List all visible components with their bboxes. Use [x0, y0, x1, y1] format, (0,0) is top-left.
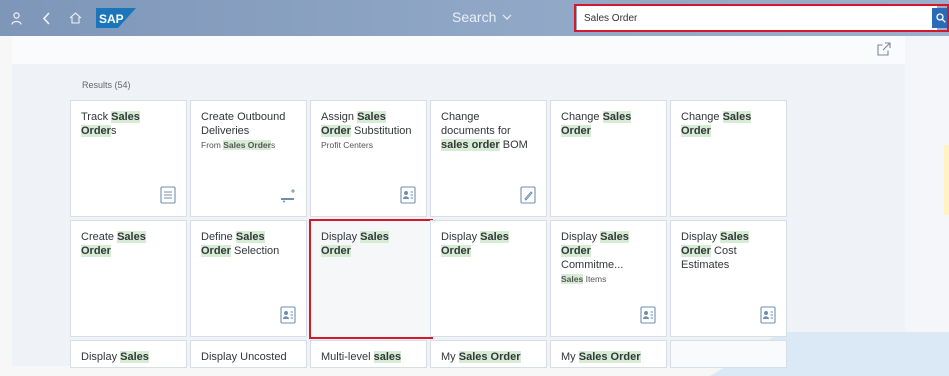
- tile-title: My Sales Order: [561, 350, 656, 364]
- tile-title: Change Sales Order: [681, 110, 776, 138]
- search-label: Search: [452, 9, 497, 25]
- app-tile[interactable]: My Sales Order: [550, 340, 667, 368]
- tile-title-text: Display: [561, 231, 601, 243]
- app-tile[interactable]: Change documents for sales order BOM: [430, 100, 547, 217]
- tile-subtitle-text: From: [201, 140, 224, 150]
- person-doc-icon: [280, 306, 296, 324]
- person-doc-icon: [400, 186, 416, 204]
- tile-title-text: Change: [561, 111, 603, 123]
- home-icon[interactable]: [66, 0, 84, 36]
- search-match: Sales Order: [578, 351, 641, 363]
- tile-subtitle: Sales Items: [561, 274, 656, 285]
- app-tile[interactable]: Display Sales Order Commitme... Sales Ite…: [550, 220, 667, 337]
- app-tile[interactable]: Create Sales Order: [70, 220, 187, 337]
- app-tile-selected[interactable]: Display Sales Order: [309, 219, 433, 339]
- tile-title-text: Change documents for: [441, 111, 511, 137]
- tile-title: Display Sales Order Cost Estimates: [681, 230, 776, 272]
- tile-title: Display Sales Order Commitme...: [561, 230, 656, 272]
- tile-title: Multi-level sales: [321, 350, 416, 364]
- tile-title: Create Sales Order: [81, 230, 176, 258]
- svg-text:SAP: SAP: [99, 12, 124, 26]
- search-menu[interactable]: Search: [452, 9, 512, 25]
- app-tile[interactable]: [670, 340, 787, 368]
- tile-title-text: Create Outbound Deliveries: [201, 111, 286, 137]
- tile-title-text: s: [110, 125, 117, 137]
- tile-title: Display Uncosted: [201, 350, 296, 364]
- search-match: sales: [373, 351, 402, 363]
- app-tile[interactable]: Display Sales: [70, 340, 187, 368]
- tile-title: My Sales Order: [441, 350, 536, 364]
- tile-title: Create Outbound Deliveries: [201, 110, 296, 138]
- tile-title-text: Commitme...: [561, 259, 624, 271]
- search-match: Sales Order: [223, 140, 271, 150]
- tile-title: Track Sales Orders: [81, 110, 176, 138]
- tile-title-text: Create: [81, 231, 118, 243]
- list-doc-icon: [160, 186, 176, 204]
- tile-title: Assign Sales Order Substitution: [321, 110, 416, 138]
- tile-subtitle-text: Profit Centers: [321, 140, 373, 150]
- app-tile[interactable]: Create Outbound Deliveries From Sales Ord…: [190, 100, 307, 217]
- tile-title: Display Sales Order: [441, 230, 536, 258]
- share-icon[interactable]: [877, 42, 891, 56]
- tile-title-text: Define: [201, 231, 236, 243]
- tile-title: Change documents for sales order BOM: [441, 110, 536, 152]
- tile-title: Display Sales: [81, 350, 176, 364]
- user-icon[interactable]: [8, 0, 24, 36]
- tile-subtitle-text: s: [270, 140, 276, 150]
- tile-title-text: Change: [681, 111, 723, 123]
- tile-title-text: Substitution: [350, 125, 412, 137]
- chevron-down-icon: [502, 14, 512, 20]
- tile-title-text: Selection: [230, 245, 280, 257]
- app-tile[interactable]: Track Sales Orders: [70, 100, 187, 217]
- tile-subtitle-text: Items: [583, 274, 607, 284]
- sap-logo[interactable]: SAP: [96, 8, 136, 28]
- tile-subtitle: From Sales Orders: [201, 140, 296, 151]
- tile-subtitle: Profit Centers: [321, 140, 416, 151]
- app-tile[interactable]: Multi-level sales: [310, 340, 427, 368]
- app-tile[interactable]: Display Uncosted: [190, 340, 307, 368]
- app-tile[interactable]: My Sales Order: [430, 340, 547, 368]
- search-match: Sales Order: [458, 351, 521, 363]
- tile-title-text: Display: [441, 231, 481, 243]
- edit-doc-icon: [520, 186, 536, 204]
- tile-title: Display Sales Order: [321, 230, 421, 258]
- tile-title-text: Assign: [321, 111, 358, 123]
- app-tile[interactable]: Change Sales Order: [550, 100, 667, 217]
- tile-title: Change Sales Order: [561, 110, 656, 138]
- tile-title-text: Track: [81, 111, 112, 123]
- app-tile[interactable]: Display Sales Order Cost Estimates: [670, 220, 787, 337]
- tile-title-text: My: [561, 351, 579, 363]
- tile-title-text: Multi-level: [321, 351, 374, 363]
- panel-header: [12, 36, 905, 64]
- tile-title: Define Sales Order Selection: [201, 230, 296, 258]
- person-doc-icon: [640, 306, 656, 324]
- back-icon[interactable]: [38, 0, 54, 36]
- side-strip: [944, 145, 949, 215]
- truck-add-icon: [280, 186, 296, 204]
- search-match: Sales: [120, 351, 149, 363]
- app-tile[interactable]: Display Sales Order: [430, 220, 547, 337]
- app-tile[interactable]: Change Sales Order: [670, 100, 787, 217]
- search-match: sales order: [441, 139, 500, 151]
- results-count: Results (54): [82, 80, 131, 90]
- tile-title-text: BOM: [499, 139, 528, 151]
- tile-title-text: Display: [681, 231, 721, 243]
- app-tile[interactable]: Define Sales Order Selection: [190, 220, 307, 337]
- tile-title-text: Display: [81, 351, 121, 363]
- search-match: Sales: [561, 274, 584, 284]
- tile-title-text: My: [441, 351, 459, 363]
- right-edge: [905, 36, 949, 376]
- tile-title-text: Display Uncosted: [201, 351, 287, 363]
- tile-title-text: Display: [321, 231, 361, 243]
- person-doc-icon: [760, 306, 776, 324]
- app-tile[interactable]: Assign Sales Order Substitution Profit Ce…: [310, 100, 427, 217]
- search-highlight-frame: [574, 4, 949, 32]
